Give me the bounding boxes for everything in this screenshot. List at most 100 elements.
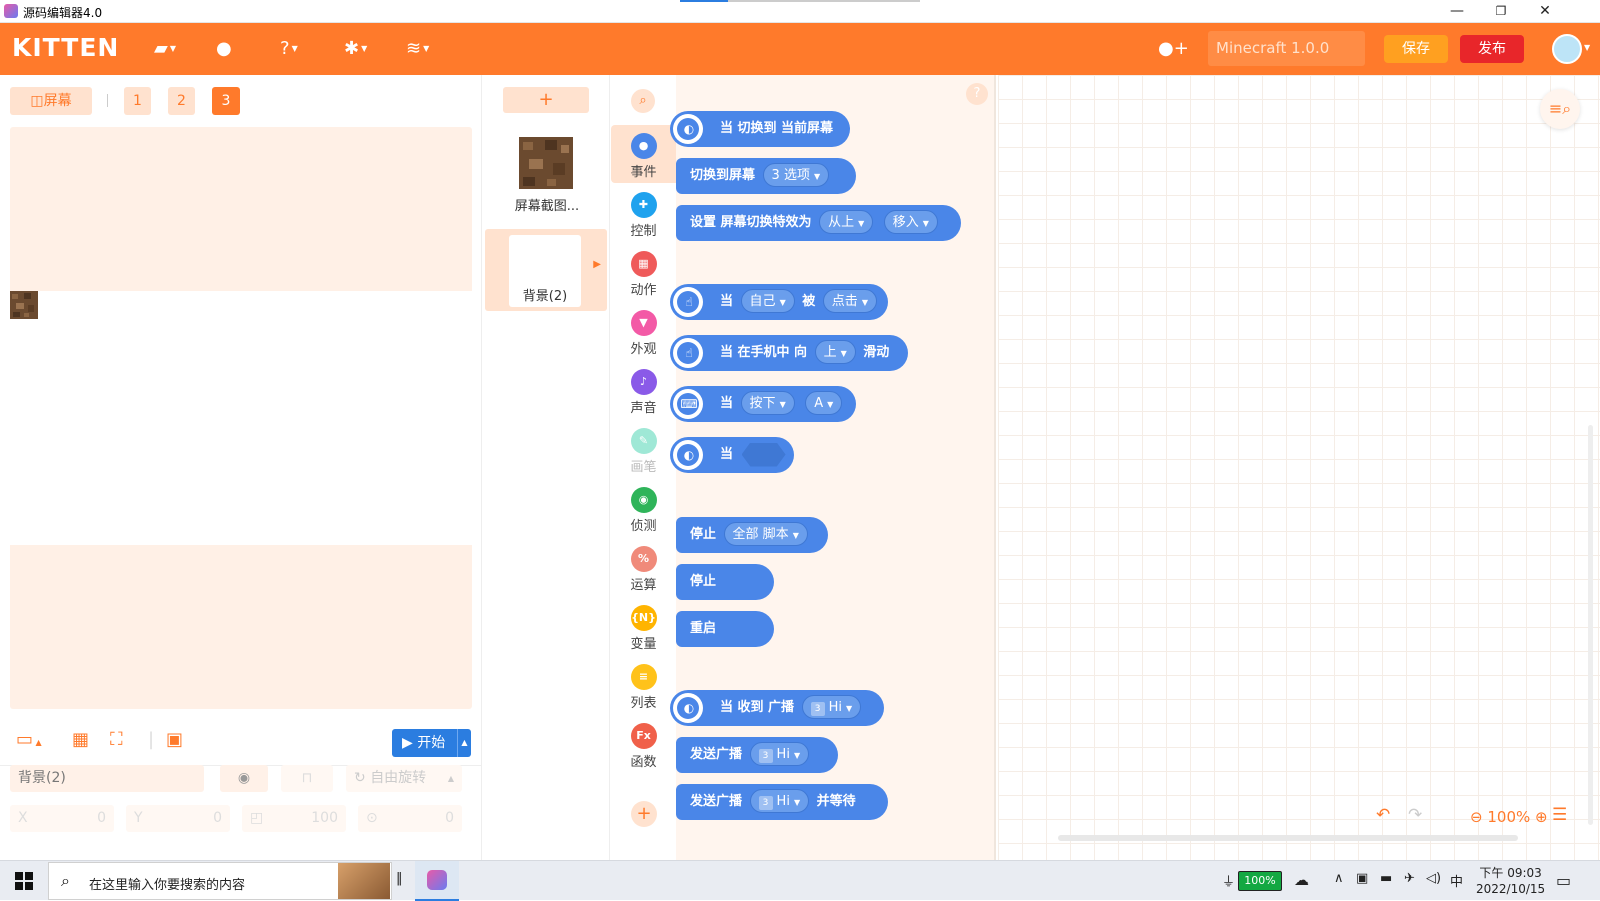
taskbar-app-kitten[interactable] xyxy=(415,861,459,901)
category-2[interactable]: ▦ 动作 xyxy=(611,243,676,301)
block-when-phone-swipe[interactable]: ☝ 当 在手机中 向 上 ▼ 滑动 xyxy=(670,335,908,371)
screen-manager-button[interactable]: ◫屏幕 xyxy=(10,87,92,115)
power-plug-icon[interactable]: ⏚ xyxy=(1222,871,1235,890)
fullscreen-button[interactable]: ⛶ xyxy=(110,729,123,750)
boolean-slot[interactable] xyxy=(741,442,786,467)
lock-toggle[interactable]: ⊓ xyxy=(281,765,333,792)
block-when-receive-broadcast[interactable]: ◐ 当 收到 广播 3 Hi ▼ xyxy=(670,690,884,726)
block-restart[interactable]: 重启 xyxy=(676,611,774,647)
block-when-key-pressed[interactable]: ⌨ 当 按下 ▼ A ▼ xyxy=(670,386,856,422)
target-sprite-dropdown[interactable]: 自己 ▼ xyxy=(740,289,795,313)
direction-field[interactable]: ⊙ 0 xyxy=(358,805,462,832)
search-highlight-image[interactable] xyxy=(338,863,390,899)
collaborate-button[interactable]: ●+ xyxy=(1158,37,1189,61)
screen-tab-3[interactable]: 3 xyxy=(212,87,240,115)
publish-button[interactable]: 发布 xyxy=(1460,35,1524,63)
help-icon[interactable]: ? xyxy=(966,83,988,105)
category-8[interactable]: {N} 变量 xyxy=(611,597,676,655)
key-dropdown[interactable]: A ▼ xyxy=(805,391,843,415)
start-button[interactable]: ▶ 开始 ▲ xyxy=(392,729,471,757)
weather-icon[interactable]: ☁ xyxy=(1294,871,1309,889)
network-icon[interactable]: ✈ xyxy=(1404,871,1415,886)
display-icon[interactable]: ▣ xyxy=(1356,871,1368,886)
zoom-in-icon[interactable]: ⊕ xyxy=(1535,808,1548,826)
grid-toggle-button[interactable]: ▦ xyxy=(72,729,89,750)
windows-start-button[interactable] xyxy=(15,872,33,890)
sprite-name-input[interactable]: 背景(2) xyxy=(10,765,204,792)
x-field[interactable]: X0 xyxy=(10,805,114,832)
screen-tab-1[interactable]: 1 xyxy=(124,87,151,115)
category-9[interactable]: ≡ 列表 xyxy=(611,656,676,714)
category-0[interactable]: ● 事件 xyxy=(611,125,676,183)
redo-button[interactable]: ↷ xyxy=(1408,805,1422,825)
notification-icon[interactable]: ▭ xyxy=(1556,871,1571,890)
settings-menu-button[interactable]: ✱ ▼ xyxy=(344,37,367,61)
block-send-broadcast-and-wait[interactable]: 发送广播 3 Hi ▼ 并等待 xyxy=(676,784,888,820)
category-7[interactable]: % 运算 xyxy=(611,538,676,596)
category-6[interactable]: ◉ 侦测 xyxy=(611,479,676,537)
keyboard-icon[interactable]: ▬ xyxy=(1380,871,1392,886)
category-1[interactable]: ✚ 控制 xyxy=(611,184,676,242)
stop-target-dropdown[interactable]: 全部 脚本 ▼ xyxy=(723,522,808,546)
screen-option-dropdown[interactable]: 3 选项 ▼ xyxy=(762,163,830,187)
help-menu-button[interactable]: ? ▼ xyxy=(280,37,298,61)
horizontal-scrollbar[interactable] xyxy=(1058,835,1518,841)
arrange-blocks-button[interactable]: ☰ xyxy=(1552,805,1567,825)
ime-indicator[interactable]: 中 xyxy=(1450,871,1463,890)
chevron-up-icon[interactable]: ▲ xyxy=(457,729,471,757)
file-menu-button[interactable]: ▰ ▼ xyxy=(154,37,176,61)
preview-button[interactable]: ▣ xyxy=(166,729,183,750)
backpack-button[interactable]: ● xyxy=(216,37,232,61)
sprite-card-screenshot[interactable]: 屏幕截图... xyxy=(505,131,589,214)
block-switch-to-screen[interactable]: 切换到屏幕 3 选项 ▼ xyxy=(676,158,856,194)
dirt-sprite[interactable] xyxy=(10,291,38,319)
chevron-up-icon[interactable]: ∧ xyxy=(1334,871,1344,886)
workspace-search-button[interactable]: ≡⌕ xyxy=(1540,89,1580,129)
block-search-button[interactable]: ⌕ xyxy=(631,89,655,113)
transition-direction-dropdown[interactable]: 从上 ▼ xyxy=(819,210,874,234)
task-view-icon[interactable]: ‖ xyxy=(396,871,403,886)
block-when-condition[interactable]: ◐ 当 xyxy=(670,437,794,473)
add-sprite-button[interactable]: + xyxy=(503,87,589,113)
screen-tab-2[interactable]: 2 xyxy=(168,87,195,115)
broadcast-message-dropdown[interactable]: 3 Hi ▼ xyxy=(749,742,810,766)
category-10[interactable]: Fx 函数 xyxy=(611,715,676,773)
stage-size-button[interactable]: ▭ ▲ xyxy=(16,729,42,750)
avatar[interactable] xyxy=(1552,34,1582,64)
close-button[interactable]: ✕ xyxy=(1522,0,1568,22)
stage-canvas[interactable] xyxy=(10,127,472,709)
add-extension-button[interactable]: + xyxy=(631,801,657,827)
zoom-out-icon[interactable]: ⊖ xyxy=(1470,808,1483,826)
category-5[interactable]: ✎ 画笔 xyxy=(611,420,676,478)
vertical-scrollbar[interactable] xyxy=(1588,425,1593,825)
sprite-card-background[interactable]: 背景(2) ▶ xyxy=(485,229,607,311)
block-set-screen-transition[interactable]: 设置 屏幕切换特效为 从上 ▼ 移入 ▼ xyxy=(676,205,961,241)
project-name-input[interactable]: Minecraft 1.0.0 xyxy=(1208,31,1365,66)
broadcast-message-dropdown[interactable]: 3 Hi ▼ xyxy=(801,695,862,719)
click-action-dropdown[interactable]: 点击 ▼ xyxy=(822,289,877,313)
block-when-sprite-clicked[interactable]: ☝ 当 自己 ▼ 被 点击 ▼ xyxy=(670,284,888,320)
script-workspace[interactable]: ≡⌕ ↶ ↷ ⊖ 100% ⊕ ☰ xyxy=(998,75,1600,860)
minimize-button[interactable]: — xyxy=(1434,0,1480,22)
key-action-dropdown[interactable]: 按下 ▼ xyxy=(740,391,795,415)
chevron-down-icon[interactable]: ▼ xyxy=(1584,43,1590,52)
block-send-broadcast[interactable]: 发送广播 3 Hi ▼ xyxy=(676,737,838,773)
size-field[interactable]: ◰ 100 xyxy=(242,805,346,832)
visibility-toggle[interactable]: ◉ xyxy=(220,765,268,792)
category-3[interactable]: ▼ 外观 xyxy=(611,302,676,360)
block-stop[interactable]: 停止 xyxy=(676,564,774,600)
volume-icon[interactable]: ◁) xyxy=(1426,871,1441,886)
connection-menu-button[interactable]: ≋ ▼ xyxy=(406,37,429,61)
system-clock[interactable]: 下午 09:03 2022/10/15 xyxy=(1476,865,1545,897)
swipe-direction-dropdown[interactable]: 上 ▼ xyxy=(814,340,856,364)
save-button[interactable]: 保存 xyxy=(1384,35,1448,63)
broadcast-message-dropdown[interactable]: 3 Hi ▼ xyxy=(749,789,810,813)
y-field[interactable]: Y0 xyxy=(126,805,230,832)
category-4[interactable]: ♪ 声音 xyxy=(611,361,676,419)
chevron-right-icon[interactable]: ▶ xyxy=(593,259,601,270)
rotation-mode-select[interactable]: ↻ 自由旋转 ▲ xyxy=(346,765,462,792)
restore-button[interactable]: ❐ xyxy=(1478,0,1524,22)
undo-button[interactable]: ↶ xyxy=(1376,805,1390,825)
transition-effect-dropdown[interactable]: 移入 ▼ xyxy=(883,210,938,234)
block-when-switch-screen[interactable]: ◐ 当 切换到 当前屏幕 xyxy=(670,111,850,147)
